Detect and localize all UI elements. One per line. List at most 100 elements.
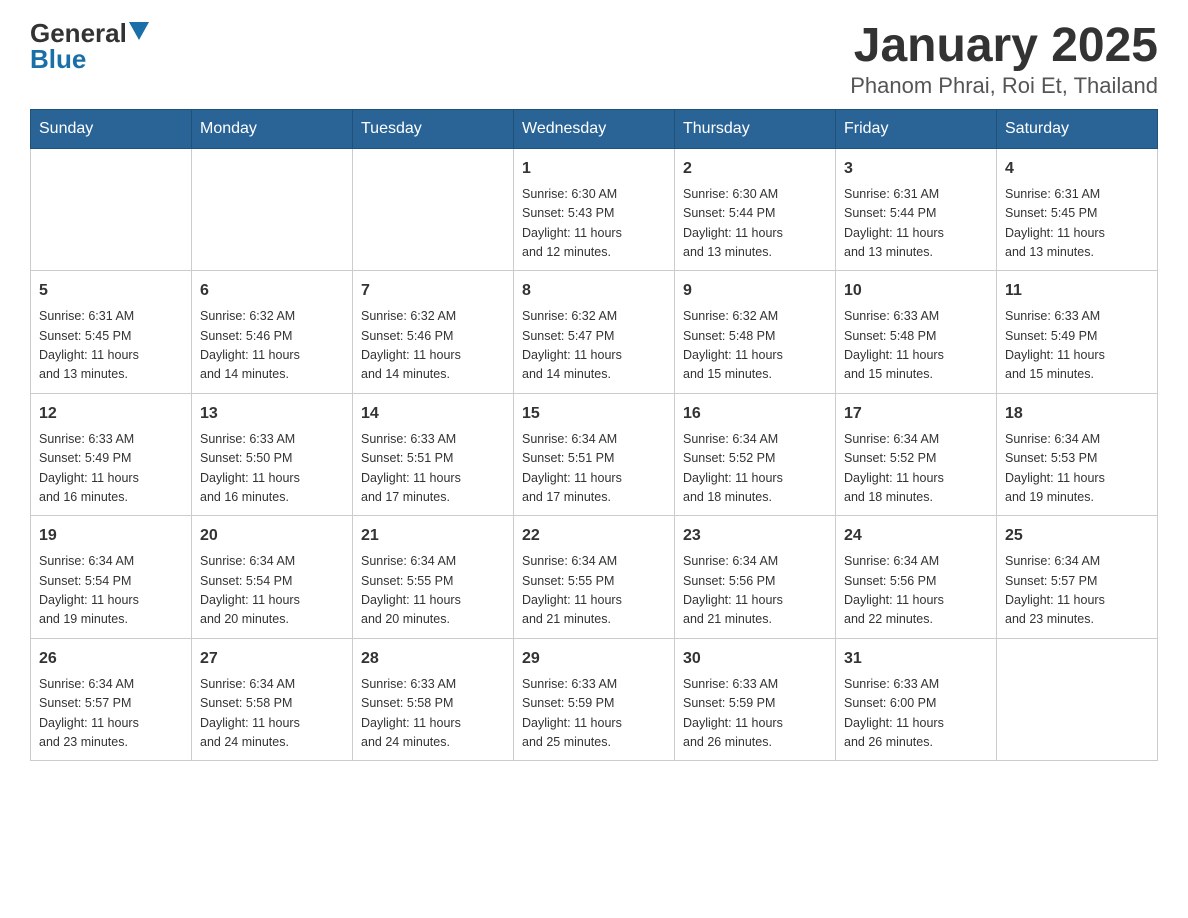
day-number: 10	[844, 279, 988, 303]
day-number: 6	[200, 279, 344, 303]
day-number: 28	[361, 647, 505, 671]
day-info: Sunrise: 6:32 AMSunset: 5:46 PMDaylight:…	[361, 307, 505, 385]
calendar-title: January 2025	[850, 20, 1158, 73]
day-number: 8	[522, 279, 666, 303]
day-info: Sunrise: 6:33 AMSunset: 5:49 PMDaylight:…	[1005, 307, 1149, 385]
calendar-day-cell: 15 Sunrise: 6:34 AMSunset: 5:51 PMDayligh…	[514, 393, 675, 516]
day-number: 5	[39, 279, 183, 303]
day-info: Sunrise: 6:34 AMSunset: 5:58 PMDaylight:…	[200, 675, 344, 753]
day-info: Sunrise: 6:32 AMSunset: 5:47 PMDaylight:…	[522, 307, 666, 385]
day-number: 27	[200, 647, 344, 671]
day-info: Sunrise: 6:31 AMSunset: 5:45 PMDaylight:…	[39, 307, 183, 385]
calendar-header-row: SundayMondayTuesdayWednesdayThursdayFrid…	[31, 109, 1158, 148]
calendar-day-cell: 10 Sunrise: 6:33 AMSunset: 5:48 PMDayligh…	[836, 271, 997, 394]
day-info: Sunrise: 6:34 AMSunset: 5:53 PMDaylight:…	[1005, 430, 1149, 508]
day-number: 21	[361, 524, 505, 548]
logo-triangle-icon	[129, 22, 149, 40]
day-info: Sunrise: 6:34 AMSunset: 5:54 PMDaylight:…	[200, 552, 344, 630]
calendar-day-cell: 20 Sunrise: 6:34 AMSunset: 5:54 PMDayligh…	[192, 516, 353, 639]
day-of-week-header: Wednesday	[514, 109, 675, 148]
day-info: Sunrise: 6:34 AMSunset: 5:57 PMDaylight:…	[1005, 552, 1149, 630]
day-info: Sunrise: 6:32 AMSunset: 5:46 PMDaylight:…	[200, 307, 344, 385]
calendar-week-row: 26 Sunrise: 6:34 AMSunset: 5:57 PMDayligh…	[31, 638, 1158, 761]
calendar-day-cell: 26 Sunrise: 6:34 AMSunset: 5:57 PMDayligh…	[31, 638, 192, 761]
calendar-day-cell: 14 Sunrise: 6:33 AMSunset: 5:51 PMDayligh…	[353, 393, 514, 516]
calendar-day-cell	[192, 148, 353, 271]
logo-general-text: General	[30, 20, 127, 46]
calendar-week-row: 19 Sunrise: 6:34 AMSunset: 5:54 PMDayligh…	[31, 516, 1158, 639]
day-number: 23	[683, 524, 827, 548]
day-info: Sunrise: 6:33 AMSunset: 5:49 PMDaylight:…	[39, 430, 183, 508]
day-info: Sunrise: 6:33 AMSunset: 5:59 PMDaylight:…	[522, 675, 666, 753]
day-info: Sunrise: 6:33 AMSunset: 6:00 PMDaylight:…	[844, 675, 988, 753]
calendar-day-cell: 13 Sunrise: 6:33 AMSunset: 5:50 PMDayligh…	[192, 393, 353, 516]
calendar-day-cell: 27 Sunrise: 6:34 AMSunset: 5:58 PMDayligh…	[192, 638, 353, 761]
day-info: Sunrise: 6:33 AMSunset: 5:59 PMDaylight:…	[683, 675, 827, 753]
day-number: 17	[844, 402, 988, 426]
calendar-day-cell: 30 Sunrise: 6:33 AMSunset: 5:59 PMDayligh…	[675, 638, 836, 761]
calendar-day-cell	[997, 638, 1158, 761]
calendar-day-cell: 23 Sunrise: 6:34 AMSunset: 5:56 PMDayligh…	[675, 516, 836, 639]
calendar-day-cell: 16Sunrise: 6:34 AMSunset: 5:52 PMDayligh…	[675, 393, 836, 516]
day-info: Sunrise: 6:30 AMSunset: 5:43 PMDaylight:…	[522, 185, 666, 263]
day-info: Sunrise: 6:34 AMSunset: 5:55 PMDaylight:…	[361, 552, 505, 630]
day-info: Sunrise: 6:30 AMSunset: 5:44 PMDaylight:…	[683, 185, 827, 263]
day-number: 20	[200, 524, 344, 548]
day-of-week-header: Sunday	[31, 109, 192, 148]
day-number: 4	[1005, 157, 1149, 181]
day-number: 25	[1005, 524, 1149, 548]
day-info: Sunrise: 6:31 AMSunset: 5:44 PMDaylight:…	[844, 185, 988, 263]
day-number: 16	[683, 402, 827, 426]
day-number: 7	[361, 279, 505, 303]
day-number: 2	[683, 157, 827, 181]
calendar-day-cell: 28 Sunrise: 6:33 AMSunset: 5:58 PMDayligh…	[353, 638, 514, 761]
calendar-day-cell: 6 Sunrise: 6:32 AMSunset: 5:46 PMDaylight…	[192, 271, 353, 394]
page-header: General Blue January 2025 Phanom Phrai, …	[30, 20, 1158, 99]
calendar-day-cell: 29 Sunrise: 6:33 AMSunset: 5:59 PMDayligh…	[514, 638, 675, 761]
day-number: 22	[522, 524, 666, 548]
logo: General Blue	[30, 20, 149, 72]
day-info: Sunrise: 6:34 AMSunset: 5:56 PMDaylight:…	[844, 552, 988, 630]
calendar-day-cell: 21 Sunrise: 6:34 AMSunset: 5:55 PMDayligh…	[353, 516, 514, 639]
calendar-day-cell: 4 Sunrise: 6:31 AMSunset: 5:45 PMDaylight…	[997, 148, 1158, 271]
day-number: 19	[39, 524, 183, 548]
calendar-day-cell	[353, 148, 514, 271]
calendar-table: SundayMondayTuesdayWednesdayThursdayFrid…	[30, 109, 1158, 762]
title-block: January 2025 Phanom Phrai, Roi Et, Thail…	[850, 20, 1158, 99]
calendar-week-row: 12 Sunrise: 6:33 AMSunset: 5:49 PMDayligh…	[31, 393, 1158, 516]
day-info: Sunrise: 6:33 AMSunset: 5:58 PMDaylight:…	[361, 675, 505, 753]
day-number: 3	[844, 157, 988, 181]
day-info: Sunrise: 6:31 AMSunset: 5:45 PMDaylight:…	[1005, 185, 1149, 263]
day-of-week-header: Monday	[192, 109, 353, 148]
day-number: 31	[844, 647, 988, 671]
calendar-day-cell	[31, 148, 192, 271]
calendar-day-cell: 7 Sunrise: 6:32 AMSunset: 5:46 PMDaylight…	[353, 271, 514, 394]
calendar-week-row: 5 Sunrise: 6:31 AMSunset: 5:45 PMDaylight…	[31, 271, 1158, 394]
day-number: 9	[683, 279, 827, 303]
day-number: 26	[39, 647, 183, 671]
day-number: 14	[361, 402, 505, 426]
day-info: Sunrise: 6:33 AMSunset: 5:48 PMDaylight:…	[844, 307, 988, 385]
day-number: 29	[522, 647, 666, 671]
day-info: Sunrise: 6:34 AMSunset: 5:57 PMDaylight:…	[39, 675, 183, 753]
day-info: Sunrise: 6:34 AMSunset: 5:51 PMDaylight:…	[522, 430, 666, 508]
day-number: 24	[844, 524, 988, 548]
day-of-week-header: Saturday	[997, 109, 1158, 148]
day-number: 1	[522, 157, 666, 181]
day-info: Sunrise: 6:33 AMSunset: 5:51 PMDaylight:…	[361, 430, 505, 508]
calendar-day-cell: 8 Sunrise: 6:32 AMSunset: 5:47 PMDaylight…	[514, 271, 675, 394]
day-of-week-header: Friday	[836, 109, 997, 148]
calendar-day-cell: 19Sunrise: 6:34 AMSunset: 5:54 PMDayligh…	[31, 516, 192, 639]
day-info: Sunrise: 6:33 AMSunset: 5:50 PMDaylight:…	[200, 430, 344, 508]
calendar-day-cell: 3 Sunrise: 6:31 AMSunset: 5:44 PMDaylight…	[836, 148, 997, 271]
calendar-day-cell: 24 Sunrise: 6:34 AMSunset: 5:56 PMDayligh…	[836, 516, 997, 639]
calendar-day-cell: 11 Sunrise: 6:33 AMSunset: 5:49 PMDayligh…	[997, 271, 1158, 394]
day-info: Sunrise: 6:32 AMSunset: 5:48 PMDaylight:…	[683, 307, 827, 385]
day-number: 12	[39, 402, 183, 426]
day-number: 15	[522, 402, 666, 426]
day-number: 30	[683, 647, 827, 671]
day-number: 13	[200, 402, 344, 426]
day-number: 11	[1005, 279, 1149, 303]
day-info: Sunrise: 6:34 AMSunset: 5:56 PMDaylight:…	[683, 552, 827, 630]
day-number: 18	[1005, 402, 1149, 426]
